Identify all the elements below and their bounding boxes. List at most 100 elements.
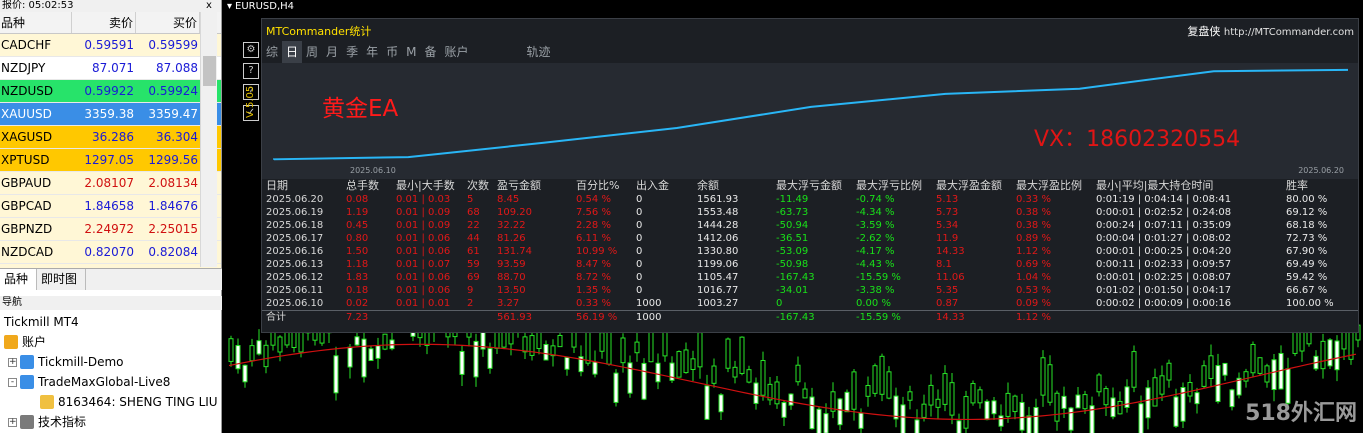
cell-bid: 1.84658 [84,199,134,213]
navigator-label: TradeMaxGlobal-Live8 [38,375,171,389]
market-watch-row[interactable]: NZDUSD 0.59922 0.59924 [0,80,221,103]
navigator-item[interactable]: - TradeMaxGlobal-Live8 [0,372,222,392]
table-cell: 69.49 % [1286,259,1328,270]
candle-body [354,336,360,346]
panel-tab[interactable]: 年 [362,41,382,63]
cell-symbol: XPTUSD [1,153,50,167]
panel-tab[interactable]: 月 [322,41,342,63]
market-watch-row[interactable]: GBPCAD 1.84658 1.84676 [0,195,221,218]
candle-body [1054,392,1060,422]
table-row: 2025.06.13 1.18 0.01 | 0.07 59 93.59 8.47 % 0 1… [262,258,1358,271]
table-row: 2025.06.10 0.02 0.01 | 0.01 2 3.27 0.33 % 1000… [262,297,1358,310]
market-watch-row[interactable]: XAGUSD 36.286 36.304 [0,126,221,149]
panel-tab[interactable]: 币 [382,41,402,63]
candle-body [1103,388,1109,406]
navigator-tree: Tickmill MT4 账户 + Tickmill-Demo - TradeMaxGlo… [0,312,222,432]
table-cell: 0.38 % [1016,220,1051,231]
server-icon [20,375,34,389]
header-ask[interactable]: 买价 [136,12,200,33]
help-icon[interactable]: ? [243,63,259,79]
market-watch-scrollbar[interactable] [200,12,217,267]
panel-tab[interactable]: 周 [302,41,322,63]
watermark: 518外汇网 [1245,401,1357,426]
candle-body [732,366,738,378]
market-watch-row[interactable]: NZDCAD 0.82070 0.82084 [0,241,221,264]
candle-body [1061,395,1067,409]
navigator-label: Tickmill MT4 [4,315,79,329]
candle-body [984,400,990,421]
navigator-item[interactable]: + 技术指标 [0,412,222,432]
candle-body [991,400,997,415]
table-cell: 最大浮盈比例 [1016,179,1082,192]
table-cell: 69.12 % [1286,207,1328,218]
candle-body [683,349,689,374]
panel-tab[interactable]: 备 [420,41,440,63]
navigator-item[interactable]: 账户 [0,332,222,352]
table-cell: 1.35 % [576,285,611,296]
candle-body [795,364,801,383]
expand-icon[interactable]: - [8,377,17,387]
table-cell: 0.01 | 0.06 [396,285,451,296]
panel-tab[interactable]: 综 [262,41,282,63]
navigator-item[interactable]: Tickmill MT4 [0,312,222,332]
candle-body [1327,339,1333,367]
table-cell: 1.83 [346,272,369,283]
tab-symbols[interactable]: 品种 [0,269,38,290]
navigator-label: 账户 [22,335,47,349]
indicator-icon [20,415,34,429]
table-cell: 3.27 [497,298,520,309]
table-cell: -0.74 % [856,194,895,205]
brand-url[interactable]: http://MTCommander.com [1224,27,1354,38]
candle-body [928,384,934,406]
candle-body [662,331,668,357]
table-cell: 最小|平均|最大持仓时间 [1096,179,1214,192]
expand-icon[interactable]: + [8,357,17,367]
market-watch-row[interactable]: XPTUSD 1297.05 1299.56 [0,149,221,172]
settings-icon[interactable]: ⚙ [243,42,259,58]
table-cell: 0.33 % [576,298,611,309]
market-watch-row[interactable]: GBPNZD 2.24972 2.25015 [0,218,221,241]
market-watch-row[interactable]: GBPAUD 2.08107 2.08134 [0,172,221,195]
panel-tab[interactable]: 季 [342,41,362,63]
panel-tab[interactable]: 日 [282,41,303,63]
navigator-item[interactable]: + Tickmill-Demo [0,352,222,372]
candle-body [1145,387,1151,419]
table-row: 2025.06.18 0.45 0.01 | 0.09 22 32.22 2.28 % 0 1… [262,219,1358,232]
tab-tick-chart[interactable]: 即时图 [37,269,87,290]
equity-curve-area: 黄金EA VX：18602320554 2025.06.10 2025.06.2… [262,63,1358,179]
cell-ask: 2.25015 [148,222,198,236]
table-cell: 1.12 % [1016,246,1051,257]
panel-tab[interactable]: M [402,41,420,63]
table-cell: 1.19 [346,207,369,218]
table-cell: 22 [467,220,480,231]
table-cell: 0.01 | 0.06 [396,233,451,244]
candle-body [865,385,871,397]
candle-body [543,343,549,361]
table-cell: 总手数 [346,179,379,192]
chart-menu-icon[interactable]: ▾ [227,1,232,12]
table-cell: 2025.06.19 [266,207,324,218]
table-cell: -4.17 % [856,246,895,257]
header-symbol[interactable]: 品种 [0,12,72,33]
close-icon[interactable]: x [203,0,215,12]
table-cell: 0 [636,233,643,244]
panel-tab[interactable]: 轨迹 [523,41,555,63]
scrollbar-thumb[interactable] [203,56,216,86]
table-cell: 1003.27 [697,298,739,309]
table-cell: 0 [636,207,643,218]
market-watch-row[interactable]: NZDJPY 87.071 87.088 [0,57,221,80]
expand-icon[interactable]: + [8,417,17,427]
candle-body [1334,340,1340,371]
chart-window[interactable]: ▾ EURUSD,H4 ⚙ ? ? ✓ V 5.05 MTCommander统计 … [223,0,1363,433]
panel-tab[interactable]: 账户 [440,41,472,63]
market-watch-row[interactable]: CADCHF 0.59591 0.59599 [0,34,221,57]
cell-symbol: XAUUSD [1,107,52,121]
stats-table: 日期 总手数 最小|大手数 次数 盈亏金额 百分比% 出入金 余额 最大浮亏金额 最大浮亏比例 最大… [262,179,1358,325]
candle-body [1033,406,1039,433]
header-bid[interactable]: 卖价 [72,12,136,33]
market-watch-row[interactable]: XAUUSD 3359.38 3359.47 [0,103,221,126]
table-cell: 2025.06.13 [266,259,324,270]
table-cell: 13.50 [497,285,526,296]
navigator-item[interactable]: 8163464: SHENG TING LIU [0,392,222,412]
candle-body [1187,382,1193,397]
